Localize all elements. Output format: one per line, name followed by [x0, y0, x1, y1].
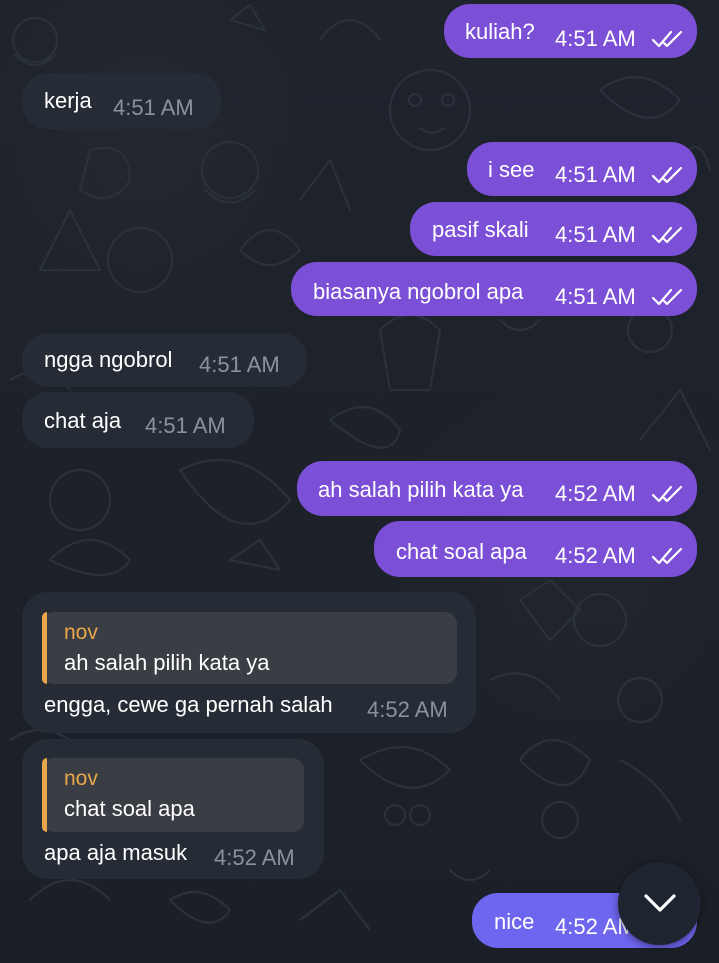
message-time: 4:52 AM — [555, 481, 636, 506]
message-text: kerja — [44, 88, 92, 113]
message-text: chat aja — [44, 408, 122, 433]
message-text: ah salah pilih kata ya — [318, 477, 524, 502]
scroll-to-bottom-button[interactable] — [618, 862, 701, 945]
message-text: kuliah? — [465, 19, 535, 44]
double-check-icon — [651, 226, 683, 244]
message-time: 4:52 AM — [555, 543, 636, 568]
message-bubble-incoming[interactable]: ngga ngobrol 4:51 AM — [22, 333, 307, 387]
reply-quote[interactable]: nov ah salah pilih kata ya — [42, 612, 457, 684]
reply-accent-bar — [42, 758, 47, 832]
message-bubble-outgoing[interactable]: chat soal apa 4:52 AM — [374, 521, 697, 577]
message-time: 4:51 AM — [555, 162, 636, 187]
message-bubble-incoming[interactable]: chat aja 4:51 AM — [22, 392, 254, 448]
chevron-down-icon — [644, 894, 676, 912]
double-check-icon — [651, 166, 683, 184]
reply-quote[interactable]: nov chat soal apa — [42, 758, 304, 832]
reply-text: ah salah pilih kata ya — [64, 650, 270, 675]
double-check-icon — [651, 547, 683, 565]
chat-area[interactable]: kuliah? 4:51 AM kerja 4:51 AM i see 4:51… — [0, 0, 719, 963]
message-time: 4:52 AM — [214, 845, 295, 870]
message-text: i see — [488, 157, 535, 182]
message-text: apa aja masuk — [44, 840, 188, 865]
message-time: 4:51 AM — [555, 26, 636, 51]
message-bubble-incoming[interactable]: kerja 4:51 AM — [22, 73, 221, 129]
message-text: nice — [494, 909, 535, 934]
message-time: 4:51 AM — [113, 95, 194, 120]
double-check-icon — [651, 30, 683, 48]
message-text: pasif skali — [432, 217, 529, 242]
message-text: chat soal apa — [396, 539, 527, 564]
message-text: engga, cewe ga pernah salah — [44, 692, 333, 717]
double-check-icon — [651, 485, 683, 503]
message-bubble-incoming[interactable]: nov chat soal apa apa aja masuk 4:52 AM — [22, 739, 324, 879]
message-time: 4:51 AM — [555, 222, 636, 247]
reply-sender-name: nov — [64, 767, 98, 790]
message-time: 4:52 AM — [367, 697, 448, 722]
reply-sender-name: nov — [64, 621, 98, 644]
message-bubble-outgoing[interactable]: pasif skali 4:51 AM — [410, 202, 697, 256]
reply-text: chat soal apa — [64, 796, 195, 821]
message-time: 4:51 AM — [199, 352, 280, 377]
reply-accent-bar — [42, 612, 47, 684]
message-time: 4:51 AM — [555, 284, 636, 309]
message-time: 4:51 AM — [145, 413, 226, 438]
message-text: biasanya ngobrol apa — [313, 279, 524, 304]
message-text: ngga ngobrol — [44, 347, 173, 372]
message-bubble-outgoing[interactable]: kuliah? 4:51 AM — [444, 4, 697, 58]
message-bubble-incoming[interactable]: nov ah salah pilih kata ya engga, cewe g… — [22, 592, 476, 733]
message-bubble-outgoing[interactable]: i see 4:51 AM — [467, 142, 697, 196]
message-bubble-outgoing[interactable]: ah salah pilih kata ya 4:52 AM — [297, 461, 697, 516]
message-bubble-outgoing[interactable]: biasanya ngobrol apa 4:51 AM — [291, 262, 697, 316]
double-check-icon — [651, 288, 683, 306]
